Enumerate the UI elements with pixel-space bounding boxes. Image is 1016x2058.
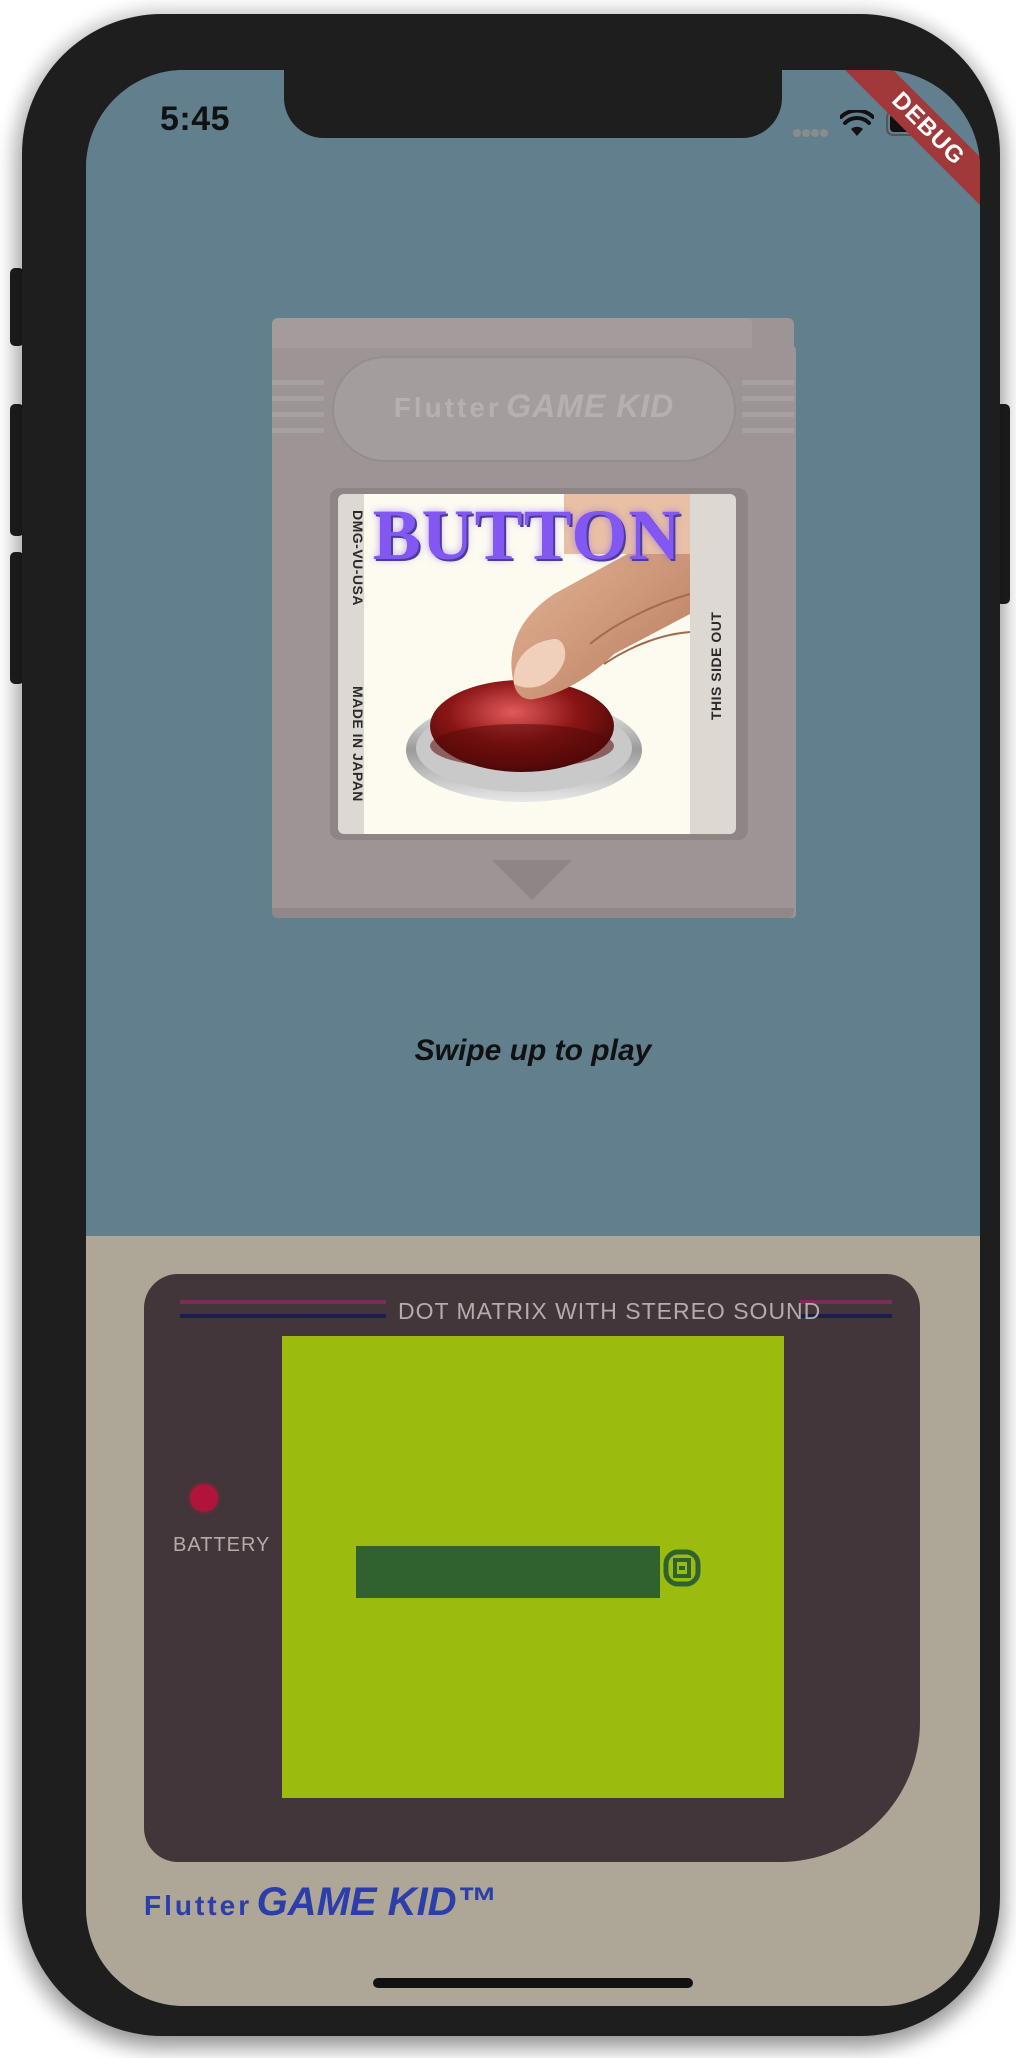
cartridge-brand-primary: Flutter (393, 392, 502, 423)
console-brand-secondary: GAME KID™ (256, 1880, 497, 1924)
snake-body (356, 1546, 660, 1598)
bezel-stripe-magenta (180, 1300, 386, 1304)
cartridge-brand-secondary: GAME KID (506, 388, 675, 424)
app-screen: 5:45 DEBUG Flutter GAME KID DMG-VU-USA M… (86, 70, 980, 2006)
insert-arrow-icon (492, 860, 572, 900)
cartridge-groove (742, 412, 794, 417)
wifi-icon (839, 108, 875, 138)
cartridge-groove (272, 412, 324, 417)
game-title: BUTTON (372, 495, 682, 575)
notch (284, 70, 782, 138)
home-indicator[interactable] (373, 1978, 693, 1988)
bezel-stripe-navy (180, 1314, 386, 1318)
cartridge-brand: Flutter GAME KID (332, 388, 736, 425)
snake-head-icon (662, 1548, 702, 1588)
battery-led-icon (190, 1484, 218, 1512)
label-right-text: THIS SIDE OUT (708, 611, 724, 720)
cartridge-label: DMG-VU-USA MADE IN JAPAN BUTTON THIS SID… (338, 494, 736, 834)
swipe-hint: Swipe up to play (414, 1034, 652, 1067)
cartridge-groove (272, 396, 324, 401)
battery-label: BATTERY (173, 1534, 271, 1556)
lcd-screen[interactable] (282, 1336, 784, 1798)
signal-icon (792, 126, 830, 138)
console-brand-primary: Flutter (144, 1890, 253, 1921)
cartridge-groove (742, 396, 794, 401)
screen-caption: DOT MATRIX WITH STEREO SOUND (398, 1298, 822, 1324)
cartridge-groove (272, 428, 324, 433)
cartridge-groove (272, 380, 324, 385)
game-artwork: BUTTON (364, 494, 690, 834)
cartridge-groove (742, 428, 794, 433)
console-brand: Flutter GAME KID™ (144, 1880, 497, 1925)
cartridge-top-edge (272, 318, 752, 348)
cartridge-groove (742, 380, 794, 385)
cartridge-bottom-edge (272, 908, 794, 918)
phone-frame: 5:45 DEBUG Flutter GAME KID DMG-VU-USA M… (22, 14, 1000, 2036)
status-time: 5:45 (160, 100, 231, 138)
